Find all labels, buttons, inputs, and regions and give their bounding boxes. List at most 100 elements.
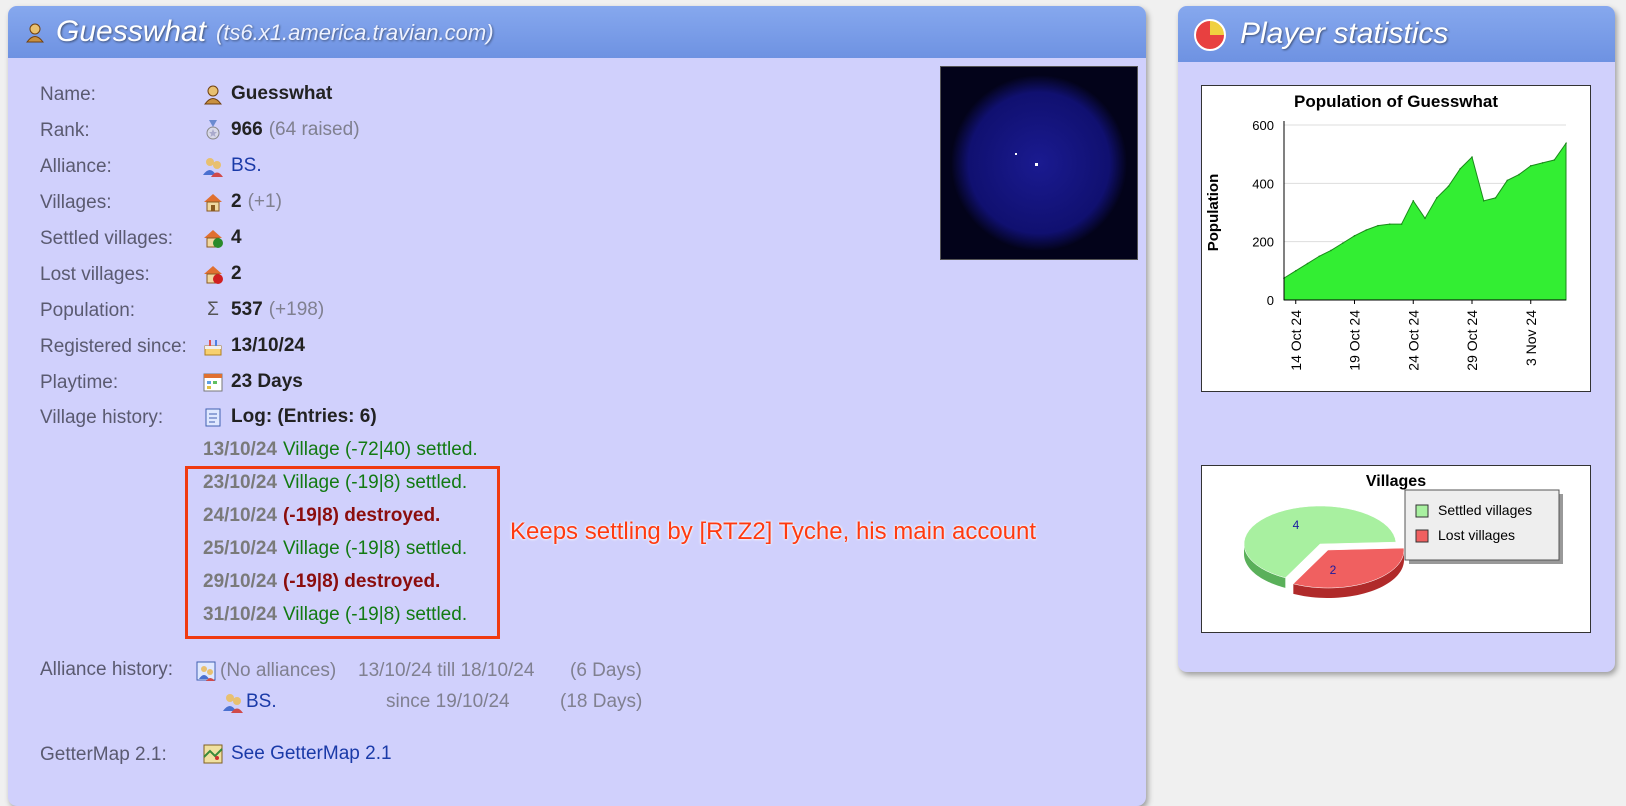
label-population: Population:	[40, 300, 136, 321]
data-point	[1388, 223, 1391, 225]
player-icon	[202, 83, 224, 105]
registered-value: 13/10/24	[231, 335, 305, 356]
data-point	[1365, 229, 1368, 231]
population-chart: Population of Guesswhat 0 200 400 600 Populat…	[1201, 85, 1591, 392]
value-lost-villages: 2	[202, 263, 242, 285]
player-name-title: Guesswhat	[56, 15, 207, 48]
village-icon	[202, 191, 224, 213]
data-point	[1341, 242, 1344, 244]
data-point	[1482, 200, 1485, 202]
label-rank: Rank:	[40, 120, 90, 141]
label-settled-villages: Settled villages:	[40, 228, 174, 249]
y-axis-label: Population	[1205, 174, 1222, 252]
data-point	[1400, 223, 1403, 225]
value-population: Σ 537 (+198)	[202, 299, 324, 321]
calendar-icon	[202, 371, 224, 393]
x-tick-label: 19 Oct 24	[1347, 310, 1363, 371]
value-settled-villages: 4	[202, 227, 242, 249]
pie-chart-icon	[1192, 15, 1228, 51]
data-point	[1471, 156, 1473, 158]
x-tick-label: 14 Oct 24	[1288, 310, 1304, 371]
rank-medal-icon	[202, 119, 224, 141]
population-chart-svg: Population of Guesswhat 0 200 400 600 Populat…	[1205, 92, 1567, 371]
y-tick-label: 0	[1267, 293, 1274, 308]
alliance-history-duration: (18 Days)	[560, 691, 643, 712]
pie-value-label: 2	[1330, 563, 1337, 577]
statistics-title: Player statistics	[1240, 17, 1449, 50]
data-point	[1518, 173, 1520, 176]
player-name: Guesswhat	[231, 83, 333, 104]
annotation-text: Keeps settling by [RTZ2] Tyche, his main…	[510, 518, 1037, 545]
rank-change: (64 raised)	[268, 119, 360, 140]
population-change: (+198)	[268, 299, 325, 320]
profile-header: Guesswhat (ts6.x1.america.travian.com)	[8, 6, 1146, 58]
data-point	[1553, 159, 1556, 161]
alliance-history-icon	[195, 660, 217, 682]
label-lost-villages: Lost villages:	[40, 264, 150, 285]
data-point	[1424, 217, 1426, 220]
data-point	[1435, 197, 1438, 199]
x-tick-label: 24 Oct 24	[1405, 310, 1421, 371]
settled-village-icon	[202, 227, 224, 249]
alliance-history-period: 13/10/24 till 18/10/24	[358, 660, 535, 681]
lost-villages-value: 2	[231, 263, 242, 284]
lost-village-icon	[202, 263, 224, 285]
label-name: Name:	[40, 84, 96, 105]
alliance-history-link[interactable]: BS.	[246, 691, 277, 713]
birthday-cake-icon	[202, 335, 224, 357]
data-point	[1447, 185, 1450, 188]
player-profile-panel: Guesswhat (ts6.x1.america.travian.com) N…	[8, 6, 1146, 806]
x-tick-label: 3 Nov 24	[1523, 310, 1539, 366]
alliance-history-name: (No alliances)	[220, 660, 337, 681]
data-point	[1412, 200, 1415, 202]
data-point	[1494, 197, 1497, 199]
value-registered: 13/10/24	[202, 335, 305, 357]
population-area	[1283, 141, 1567, 301]
legend-label: Lost villages	[1438, 527, 1515, 543]
data-point	[1506, 179, 1509, 182]
value-villages: 2 (+1)	[202, 191, 282, 213]
rank-value: 966	[231, 119, 263, 140]
statistics-header: Player statistics	[1178, 6, 1615, 62]
data-point	[1353, 235, 1356, 237]
alliance-link[interactable]: BS.	[231, 155, 262, 177]
history-entry: 13/10/24 Village (-72|40) settled.	[203, 439, 478, 461]
data-point	[1294, 270, 1297, 272]
data-point	[1541, 162, 1544, 164]
chart-title: Villages	[1366, 473, 1426, 490]
legend-swatch	[1415, 504, 1429, 518]
legend-swatch	[1415, 529, 1429, 543]
data-point	[1565, 142, 1567, 145]
data-point	[1330, 249, 1332, 252]
player-avatar-icon	[24, 21, 46, 43]
data-point	[1318, 255, 1321, 258]
label-playtime: Playtime:	[40, 372, 119, 393]
value-gettermap[interactable]: See GetterMap 2.1	[202, 743, 392, 765]
history-text: Village (-72|40) settled.	[282, 439, 478, 460]
x-tick-label: 29 Oct 24	[1464, 310, 1480, 371]
label-registered: Registered since:	[40, 336, 187, 357]
sigma-icon: Σ	[207, 299, 219, 320]
alliance-history-period: since 19/10/24	[386, 691, 510, 712]
label-gettermap: GetterMap 2.1:	[40, 744, 167, 765]
data-point	[1529, 165, 1532, 167]
label-alliance: Alliance:	[40, 156, 112, 177]
server-subtitle: (ts6.x1.america.travian.com)	[216, 20, 494, 45]
y-tick-label: 400	[1252, 176, 1274, 191]
value-playtime: 23 Days	[202, 371, 303, 393]
player-statistics-panel: Player statistics Population of Guesswha…	[1178, 6, 1615, 672]
value-alliance[interactable]: BS.	[202, 155, 262, 177]
village-history-log[interactable]: Log: (Entries: 6)	[231, 406, 377, 428]
value-village-history[interactable]: Log: (Entries: 6)	[202, 406, 377, 428]
villages-value: 2	[231, 191, 242, 212]
alliance-icon	[222, 691, 244, 713]
villages-change: (+1)	[247, 191, 282, 212]
settled-villages-value: 4	[231, 227, 242, 248]
map-icon	[202, 743, 224, 765]
y-tick-label: 600	[1252, 118, 1274, 133]
world-minimap[interactable]	[940, 66, 1138, 260]
legend-label: Settled villages	[1438, 502, 1532, 518]
data-point	[1377, 224, 1379, 227]
alliance-icon	[202, 155, 224, 177]
gettermap-link[interactable]: See GetterMap 2.1	[231, 743, 392, 765]
